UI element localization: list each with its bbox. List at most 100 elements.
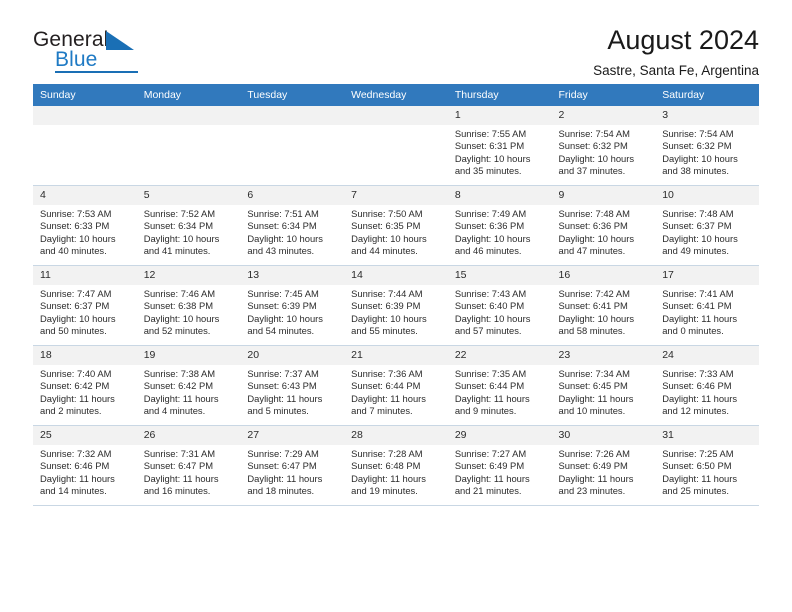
day-number: 11 xyxy=(33,266,137,285)
day-number: 3 xyxy=(655,106,759,125)
day-details: Sunrise: 7:51 AM Sunset: 6:34 PM Daylight:… xyxy=(240,205,344,258)
calendar-day-cell[interactable]: 2 Sunrise: 7:54 AM Sunset: 6:32 PM Daylight… xyxy=(551,106,656,186)
sunrise-text: Sunrise: 7:42 AM xyxy=(558,288,630,299)
calendar-day-cell[interactable]: 5 Sunrise: 7:52 AM Sunset: 6:34 PM Daylight… xyxy=(136,185,241,266)
daylight-text: Daylight: 11 hours xyxy=(662,392,738,404)
sunset-text: Sunset: 6:41 PM xyxy=(558,300,628,312)
daylight-text: and 21 minutes. xyxy=(454,485,522,497)
day-number: 27 xyxy=(240,426,345,445)
daylight-text: and 9 minutes. xyxy=(454,405,517,417)
calendar-day-cell[interactable]: 24 Sunrise: 7:33 AM Sunset: 6:46 PM Dayligh… xyxy=(655,345,759,426)
calendar-day-cell[interactable]: 23 Sunrise: 7:34 AM Sunset: 6:45 PM Dayligh… xyxy=(551,345,656,426)
daylight-text: Daylight: 10 hours xyxy=(351,312,427,324)
day-number xyxy=(33,106,137,125)
calendar-day-cell[interactable]: 3 Sunrise: 7:54 AM Sunset: 6:32 PM Daylight… xyxy=(655,106,759,186)
day-details: Sunrise: 7:48 AM Sunset: 6:37 PM Daylight:… xyxy=(655,205,759,258)
sunrise-text: Sunrise: 7:47 AM xyxy=(40,288,112,299)
daylight-text: and 23 minutes. xyxy=(558,485,626,497)
day-details: Sunrise: 7:29 AM Sunset: 6:47 PM Daylight:… xyxy=(240,445,344,498)
sunset-text: Sunset: 6:34 PM xyxy=(143,220,214,232)
day-details: Sunrise: 7:36 AM Sunset: 6:44 PM Daylight:… xyxy=(344,365,448,418)
calendar-header-row: Sunday Monday Tuesday Wednesday Thursday Frid… xyxy=(33,84,759,106)
day-details: Sunrise: 7:54 AM Sunset: 6:32 PM Daylight:… xyxy=(655,125,759,178)
day-details: Sunrise: 7:47 AM Sunset: 6:37 PM Daylight:… xyxy=(33,285,137,338)
weekday-header-saturday: Saturday xyxy=(655,84,759,106)
sunrise-text: Sunrise: 7:38 AM xyxy=(143,368,216,379)
calendar-day-cell[interactable]: 9 Sunrise: 7:48 AM Sunset: 6:36 PM Daylight… xyxy=(551,185,656,266)
daylight-text: Daylight: 11 hours xyxy=(351,392,426,404)
calendar-day-cell[interactable]: 15 Sunrise: 7:43 AM Sunset: 6:40 PM Dayligh… xyxy=(447,265,552,346)
daylight-text: Daylight: 11 hours xyxy=(558,472,634,484)
sunset-text: Sunset: 6:32 PM xyxy=(662,140,732,152)
daylight-text: and 41 minutes. xyxy=(143,245,211,257)
daylight-text: and 54 minutes. xyxy=(247,325,315,337)
sunset-text: Sunset: 6:46 PM xyxy=(40,460,110,472)
calendar-day-cell[interactable]: 26 Sunrise: 7:31 AM Sunset: 6:47 PM Dayligh… xyxy=(136,425,241,505)
day-details: Sunrise: 7:49 AM Sunset: 6:36 PM Daylight:… xyxy=(448,205,552,258)
daylight-text: and 49 minutes. xyxy=(662,245,729,257)
calendar-week-row: 11 Sunrise: 7:47 AM Sunset: 6:37 PM Dayligh… xyxy=(33,265,759,346)
daylight-text: and 0 minutes. xyxy=(662,325,724,337)
sunrise-text: Sunrise: 7:33 AM xyxy=(662,368,734,379)
sunrise-text: Sunrise: 7:37 AM xyxy=(247,368,319,379)
sunrise-text: Sunrise: 7:51 AM xyxy=(247,208,319,219)
day-number: 4 xyxy=(33,186,137,205)
daylight-text: and 37 minutes. xyxy=(558,165,626,177)
calendar-day-cell[interactable]: 10 Sunrise: 7:48 AM Sunset: 6:37 PM Dayligh… xyxy=(655,185,759,266)
daylight-text: and 18 minutes. xyxy=(247,485,315,497)
calendar-day-cell[interactable]: 12 Sunrise: 7:46 AM Sunset: 6:38 PM Dayligh… xyxy=(136,265,241,346)
calendar-day-cell[interactable]: 22 Sunrise: 7:35 AM Sunset: 6:44 PM Dayligh… xyxy=(447,345,552,426)
weekday-header-wednesday: Wednesday xyxy=(344,84,448,106)
day-number: 26 xyxy=(136,426,241,445)
day-number: 5 xyxy=(136,186,241,205)
calendar-day-cell[interactable]: 28 Sunrise: 7:28 AM Sunset: 6:48 PM Dayligh… xyxy=(344,425,448,505)
day-cell-inner: 31 Sunrise: 7:25 AM Sunset: 6:50 PM Dayligh… xyxy=(655,426,759,505)
calendar-day-cell[interactable]: 1 Sunrise: 7:55 AM Sunset: 6:31 PM Daylight… xyxy=(447,106,552,186)
calendar-day-cell[interactable]: 27 Sunrise: 7:29 AM Sunset: 6:47 PM Dayligh… xyxy=(240,425,345,505)
calendar-day-cell-empty xyxy=(33,106,137,186)
daylight-text: and 55 minutes. xyxy=(351,325,418,337)
calendar-day-cell[interactable]: 19 Sunrise: 7:38 AM Sunset: 6:42 PM Dayligh… xyxy=(136,345,241,426)
day-number: 7 xyxy=(344,186,448,205)
sunrise-text: Sunrise: 7:54 AM xyxy=(662,128,734,139)
day-cell-inner: 6 Sunrise: 7:51 AM Sunset: 6:34 PM Daylight… xyxy=(240,186,345,265)
daylight-text: Daylight: 11 hours xyxy=(143,392,219,404)
day-details xyxy=(33,125,137,128)
calendar-day-cell[interactable]: 4 Sunrise: 7:53 AM Sunset: 6:33 PM Daylight… xyxy=(33,185,137,266)
sunrise-text: Sunrise: 7:55 AM xyxy=(454,128,527,139)
calendar-page: General Blue August 2024 Sastre, Santa F… xyxy=(0,0,792,612)
calendar-day-cell[interactable]: 14 Sunrise: 7:44 AM Sunset: 6:39 PM Dayligh… xyxy=(344,265,448,346)
daylight-text: Daylight: 10 hours xyxy=(558,232,635,244)
calendar-grid: Sunday Monday Tuesday Wednesday Thursday Frid… xyxy=(33,84,759,505)
general-blue-logo[interactable]: General Blue xyxy=(33,26,141,74)
calendar-day-cell[interactable]: 20 Sunrise: 7:37 AM Sunset: 6:43 PM Dayligh… xyxy=(240,345,345,426)
weekday-header-thursday: Thursday xyxy=(447,84,552,106)
day-number xyxy=(344,106,448,125)
calendar-day-cell[interactable]: 30 Sunrise: 7:26 AM Sunset: 6:49 PM Dayligh… xyxy=(551,425,656,505)
weekday-header-sunday: Sunday xyxy=(33,84,137,106)
calendar-day-cell[interactable]: 6 Sunrise: 7:51 AM Sunset: 6:34 PM Daylight… xyxy=(240,185,345,266)
calendar-day-cell[interactable]: 25 Sunrise: 7:32 AM Sunset: 6:46 PM Dayligh… xyxy=(33,425,137,505)
calendar-day-cell[interactable]: 21 Sunrise: 7:36 AM Sunset: 6:44 PM Dayligh… xyxy=(344,345,448,426)
day-cell-inner: 16 Sunrise: 7:42 AM Sunset: 6:41 PM Dayligh… xyxy=(551,266,656,345)
calendar-day-cell-empty xyxy=(136,106,241,186)
day-number xyxy=(240,106,345,125)
day-details: Sunrise: 7:37 AM Sunset: 6:43 PM Daylight:… xyxy=(240,365,344,418)
day-number: 16 xyxy=(551,266,656,285)
calendar-day-cell[interactable]: 31 Sunrise: 7:25 AM Sunset: 6:50 PM Dayligh… xyxy=(655,425,759,505)
calendar-day-cell[interactable]: 17 Sunrise: 7:41 AM Sunset: 6:41 PM Dayligh… xyxy=(655,265,759,346)
calendar-day-cell[interactable]: 29 Sunrise: 7:27 AM Sunset: 6:49 PM Dayligh… xyxy=(447,425,552,505)
daylight-text: Daylight: 10 hours xyxy=(40,232,116,244)
calendar-day-cell[interactable]: 7 Sunrise: 7:50 AM Sunset: 6:35 PM Daylight… xyxy=(344,185,448,266)
calendar-day-cell[interactable]: 18 Sunrise: 7:40 AM Sunset: 6:42 PM Dayligh… xyxy=(33,345,137,426)
sunrise-text: Sunrise: 7:29 AM xyxy=(247,448,319,459)
sunset-text: Sunset: 6:39 PM xyxy=(247,300,317,312)
daylight-text: Daylight: 11 hours xyxy=(558,392,634,404)
sunrise-text: Sunrise: 7:28 AM xyxy=(351,448,423,459)
day-details: Sunrise: 7:50 AM Sunset: 6:35 PM Daylight:… xyxy=(344,205,448,258)
calendar-day-cell[interactable]: 8 Sunrise: 7:49 AM Sunset: 6:36 PM Daylight… xyxy=(447,185,552,266)
sunrise-text: Sunrise: 7:45 AM xyxy=(247,288,319,299)
calendar-day-cell[interactable]: 16 Sunrise: 7:42 AM Sunset: 6:41 PM Dayligh… xyxy=(551,265,656,346)
calendar-day-cell[interactable]: 13 Sunrise: 7:45 AM Sunset: 6:39 PM Dayligh… xyxy=(240,265,345,346)
calendar-day-cell[interactable]: 11 Sunrise: 7:47 AM Sunset: 6:37 PM Dayligh… xyxy=(33,265,137,346)
